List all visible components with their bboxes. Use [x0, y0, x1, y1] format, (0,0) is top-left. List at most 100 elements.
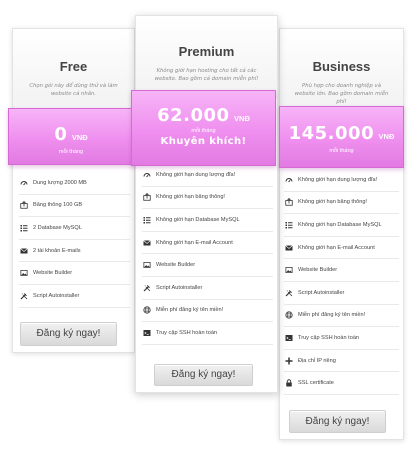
price-currency: VNĐ: [378, 132, 395, 141]
image-icon: [284, 266, 293, 275]
list-icon: [284, 220, 293, 229]
feature-label: Miễn phí đăng ký tên miền!: [156, 307, 224, 314]
feature-label: Script Autoinstaller: [33, 292, 80, 299]
price-currency: VNĐ: [234, 114, 250, 123]
mail-icon: [19, 246, 28, 255]
price-currency: VNĐ: [71, 133, 88, 142]
plus-icon: [284, 356, 293, 365]
list-icon: [142, 215, 151, 224]
mail-icon: [142, 238, 151, 247]
upload-icon: [19, 201, 28, 210]
plan-header-free: Free Chọn gói này để dùng thử và làm web…: [13, 29, 134, 109]
feature-label: Dung lượng 2000 MB: [33, 179, 87, 186]
feature-item: Website Builder: [19, 262, 130, 285]
tools-icon: [19, 291, 28, 300]
feature-label: SSL certificate: [298, 380, 334, 387]
feature-item: Script Autoinstaller: [284, 282, 399, 305]
price-period: mỗi tháng: [58, 149, 84, 155]
feature-list-business: Không giới hạn dung lượng đĩa! Không giới…: [284, 169, 399, 395]
list-icon: [19, 223, 28, 232]
feature-item: Không giới hạn E-mail Account: [142, 232, 273, 255]
mail-icon: [284, 243, 293, 252]
feature-list-premium: Không giới hạn dung lượng đĩa! Không giới…: [142, 164, 273, 345]
feature-label: Không giới hạn băng thông!: [156, 194, 225, 201]
feature-item: Script Autoinstaller: [142, 277, 273, 300]
feature-label: 2 tài khoản E-mails: [33, 247, 81, 254]
feature-label: Script Autoinstaller: [156, 284, 203, 291]
feature-label: Không giới hạn Database MySQL: [298, 221, 382, 228]
plan-name: Business: [312, 59, 371, 74]
feature-label: Truy cập SSH hoàn toàn: [156, 329, 218, 336]
signup-button-free[interactable]: Đăng ký ngay!: [20, 322, 117, 346]
price-band-premium: 62.000 VNĐ mỗi tháng Khuyên khích!: [131, 90, 276, 166]
feature-label: Băng thông 100 GB: [33, 202, 83, 209]
feature-item: SSL certificate: [284, 372, 399, 395]
feature-list-free: Dung lượng 2000 MB Băng thông 100 GB 2 Dat…: [19, 172, 130, 308]
feature-item: Không giới hạn dung lượng đĩa!: [142, 164, 273, 187]
image-icon: [142, 261, 151, 270]
globe-icon: [142, 306, 151, 315]
plan-name: Free: [59, 59, 88, 74]
price-period: mỗi tháng: [191, 128, 216, 134]
feature-label: Không giới hạn dung lượng đĩa!: [156, 171, 236, 178]
feature-label: Website Builder: [33, 270, 73, 277]
image-icon: [19, 269, 28, 278]
globe-icon: [284, 311, 293, 320]
feature-label: Miễn phí đăng ký tên miền!: [298, 312, 366, 319]
feature-item: Script Autoinstaller: [19, 285, 130, 308]
feature-label: Không giới hạn Database MySQL: [156, 216, 240, 223]
plan-description: Phù hợp cho doanh nghiệp và website lớn.…: [294, 83, 389, 105]
upload-icon: [284, 198, 293, 207]
tools-icon: [142, 283, 151, 292]
feature-item: Truy cập SSH hoàn toàn: [142, 322, 273, 345]
feature-item: Website Builder: [142, 254, 273, 277]
dashboard-icon: [19, 178, 28, 187]
feature-label: Truy cập SSH hoàn toàn: [298, 334, 360, 341]
signup-button-premium[interactable]: Đăng ký ngay!: [154, 364, 253, 386]
feature-label: Script Autoinstaller: [298, 289, 345, 296]
terminal-icon: [142, 328, 151, 337]
lock-icon: [284, 379, 293, 388]
feature-item: Miễn phí đăng ký tên miền!: [142, 300, 273, 323]
plan-name: Premium: [178, 44, 235, 59]
feature-item: Miễn phí đăng ký tên miền!: [284, 305, 399, 328]
price-value: 62.000: [157, 105, 230, 126]
feature-item: Không giới hạn dung lượng đĩa!: [284, 169, 399, 192]
signup-button-business[interactable]: Đăng ký ngay!: [289, 410, 386, 433]
feature-label: Website Builder: [298, 267, 338, 274]
promo-label: Khuyên khích!: [160, 136, 247, 147]
price-period: mỗi tháng: [329, 148, 354, 154]
upload-icon: [142, 193, 151, 202]
feature-item: Website Builder: [284, 259, 399, 282]
feature-label: Không giới hạn dung lượng đĩa!: [298, 176, 378, 183]
plan-description: Chọn gói này để dùng thử và làm website …: [29, 83, 118, 97]
feature-item: Truy cập SSH hoàn toàn: [284, 327, 399, 350]
plan-header-premium: Premium Không giới hạn hosting cho tất c…: [136, 16, 277, 98]
plan-description: Không giới hạn hosting cho tất cả các we…: [154, 68, 259, 82]
price-value: 145.000: [288, 123, 375, 144]
feature-label: Website Builder: [156, 262, 196, 269]
feature-item: Dung lượng 2000 MB: [19, 172, 130, 195]
plan-header-business: Business Phù hợp cho doanh nghiệp và web…: [280, 29, 403, 109]
feature-label: Không giới hạn E-mail Account: [156, 239, 233, 246]
price-value: 0: [54, 124, 68, 145]
feature-item: Địa chỉ IP riêng: [284, 350, 399, 373]
feature-item: Không giới hạn E-mail Account: [284, 237, 399, 260]
dashboard-icon: [284, 175, 293, 184]
plan-card-business: Business Phù hợp cho doanh nghiệp và web…: [279, 28, 404, 440]
feature-item: Không giới hạn Database MySQL: [284, 214, 399, 237]
feature-item: Không giới hạn băng thông!: [142, 187, 273, 210]
feature-label: Địa chỉ IP riêng: [298, 357, 336, 364]
feature-label: Không giới hạn E-mail Account: [298, 244, 375, 251]
feature-item: Không giới hạn Database MySQL: [142, 209, 273, 232]
feature-item: Băng thông 100 GB: [19, 195, 130, 218]
tools-icon: [284, 288, 293, 297]
dashboard-icon: [142, 170, 151, 179]
feature-label: Không giới hạn băng thông!: [298, 199, 367, 206]
plan-card-free: Free Chọn gói này để dùng thử và làm web…: [12, 28, 135, 353]
price-band-business: 145.000 VNĐ mỗi tháng: [279, 106, 404, 168]
price-band-free: 0 VNĐ mỗi tháng: [8, 108, 134, 165]
feature-label: 2 Database MySQL: [33, 224, 82, 231]
feature-item: Không giới hạn băng thông!: [284, 192, 399, 215]
feature-item: 2 Database MySQL: [19, 217, 130, 240]
